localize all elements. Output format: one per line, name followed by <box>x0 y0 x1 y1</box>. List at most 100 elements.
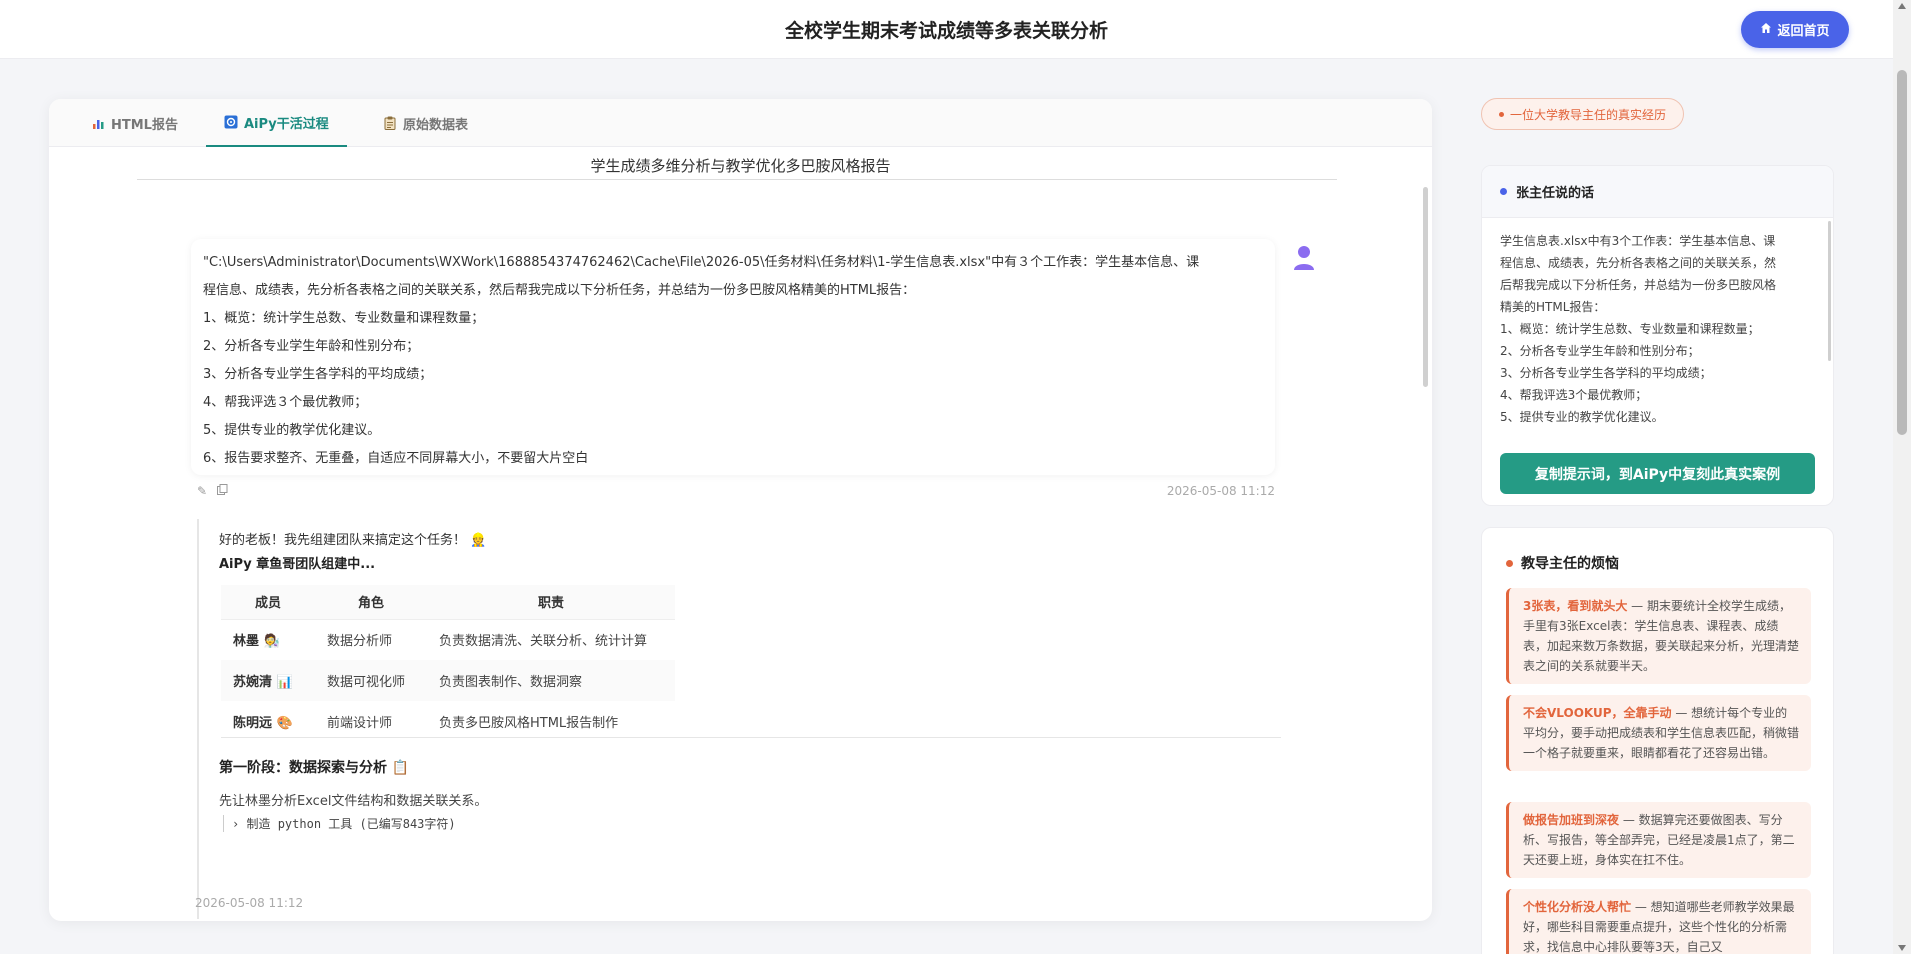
table-header-row: 成员 角色 职责 <box>221 585 675 620</box>
member-name: 陈明远 <box>233 716 273 731</box>
tab-aipy-process[interactable]: AiPy干活过程 <box>206 99 347 147</box>
pain-item-title: 3张表，看到就头大 <box>1523 599 1628 613</box>
quote-card-body: 学生信息表.xlsx中有3个工作表：学生基本信息、课 程信息、成绩表，先分析各表… <box>1482 218 1833 435</box>
main-panel: HTML报告 AiPy干活过程 原始数据表 学生成绩多维分析与教学优化多巴胺风格… <box>49 99 1432 921</box>
table-row: 苏婉清 📊 数据可视化师 负责图表制作、数据洞察 <box>221 660 675 701</box>
stage-description: 先让林墨分析Excel文件结构和数据关联关系。 <box>219 794 488 809</box>
quote-line: 4、帮我评选3个最优教师； <box>1500 388 1648 402</box>
top-bar: 全校学生期末考试成绩等多表关联分析 返回首页 <box>0 0 1893 59</box>
user-message-timestamp: 2026-05-08 11:12 <box>1166 484 1275 498</box>
worker-emoji: 👷 <box>470 533 487 548</box>
pain-item: 做报告加班到深夜 — 数据算完还要做图表、写分析、写报告，等全部弄完，已经是凌晨… <box>1506 802 1811 878</box>
story-badge-label: 一位大学教导主任的真实经历 <box>1509 107 1666 122</box>
copy-prompt-button[interactable]: 复制提示词，到AiPy中复刻此真实案例 <box>1500 453 1815 494</box>
ai-response: 好的老板！我先组建团队来搞定这个任务！ 👷 AiPy 章鱼哥团队组建中... 成… <box>197 519 1337 919</box>
column-header: 职责 <box>427 585 675 620</box>
pain-card-title: 教导主任的烦恼 <box>1521 556 1619 572</box>
quote-line: 2、分析各专业学生年龄和性别分布； <box>1500 344 1700 358</box>
tool-expander[interactable]: › 制造 python 工具 (已编写843字符) <box>223 815 523 832</box>
table-row: 陈明远 🎨 前端设计师 负责多巴胺风格HTML报告制作 <box>221 701 675 742</box>
home-button-label: 返回首页 <box>1777 24 1830 39</box>
clipboard-icon <box>383 116 397 130</box>
ai-message-timestamp: 2026-05-08 11:12 <box>195 896 304 910</box>
pain-item-title: 做报告加班到深夜 <box>1523 813 1620 827</box>
user-message-bubble: "C:\Users\Administrator\Documents\WXWork… <box>191 239 1275 475</box>
user-message-meta: ✎ 2026-05-08 11:12 <box>197 484 1275 500</box>
user-message-line: "C:\Users\Administrator\Documents\WXWork… <box>203 255 1200 270</box>
member-role: 前端设计师 <box>327 716 393 731</box>
copy-icon[interactable] <box>217 484 228 498</box>
content-scrollbar[interactable] <box>1423 187 1428 387</box>
member-name-cell: 苏婉清 📊 <box>221 660 315 701</box>
quote-card-title: 张主任说的话 <box>1516 186 1595 201</box>
member-name-cell: 林墨 🧑‍🔬 <box>221 619 315 660</box>
user-message-line: 4、帮我评选３个最优教师； <box>203 395 368 410</box>
column-header: 角色 <box>315 585 427 620</box>
tab-raw-data[interactable]: 原始数据表 <box>383 99 468 147</box>
pain-item-title: 不会VLOOKUP，全靠手动 <box>1523 706 1672 720</box>
member-duty: 负责数据清洗、关联分析、统计计算 <box>439 634 648 650</box>
scroll-down-arrow[interactable] <box>1898 945 1906 951</box>
team-table: 成员 角色 职责 林墨 🧑‍🔬 数据分析师 负责数据清洗、关联分析、统计计算 苏… <box>221 585 675 742</box>
pain-points-card: 教导主任的烦恼 3张表，看到就头大 — 期末要统计全校学生成绩，手里有3张Exc… <box>1481 527 1834 954</box>
scroll-up-arrow[interactable] <box>1898 3 1906 9</box>
member-duty: 负责多巴胺风格HTML报告制作 <box>439 716 619 731</box>
column-header: 成员 <box>221 585 315 620</box>
report-title: 学生成绩多维分析与教学优化多巴胺风格报告 <box>590 157 891 175</box>
member-emoji: 🎨 <box>276 716 293 731</box>
pain-item-title: 个性化分析没人帮忙 <box>1523 900 1632 914</box>
ai-greeting: 好的老板！我先组建团队来搞定这个任务！ 👷 <box>219 529 486 548</box>
story-badge: 一位大学教导主任的真实经历 <box>1481 98 1684 130</box>
tool-label: 制造 python 工具 (已编写843字符) <box>246 817 456 831</box>
user-avatar-icon <box>1293 245 1315 271</box>
pain-item: 个性化分析没人帮忙 — 想知道哪些老师教学效果最好，哪些科目需要重点提升，这些个… <box>1506 889 1811 954</box>
member-emoji: 📊 <box>276 675 293 690</box>
quote-card: 张主任说的话 学生信息表.xlsx中有3个工作表：学生基本信息、课 程信息、成绩… <box>1481 165 1834 506</box>
ai-greeting-text: 好的老板！我先组建团队来搞定这个任务！ <box>219 533 467 548</box>
quote-card-header: 张主任说的话 <box>1482 166 1833 218</box>
user-message-line: 5、提供专业的教学优化建议。 <box>203 423 381 438</box>
member-role: 数据分析师 <box>327 634 393 650</box>
quote-line: 程信息、成绩表，先分析各表格之间的关联关系，然 <box>1500 256 1777 270</box>
pain-item: 3张表，看到就头大 — 期末要统计全校学生成绩，手里有3张Excel表：学生信息… <box>1506 588 1811 684</box>
chevron-right-icon: › <box>232 817 240 831</box>
member-role: 数据可视化师 <box>315 660 427 701</box>
badge-dot <box>1498 111 1504 117</box>
edit-icon[interactable]: ✎ <box>197 484 207 498</box>
clipboard-emoji: 📋 <box>391 760 410 776</box>
quote-line: 学生信息表.xlsx中有3个工作表：学生基本信息、课 <box>1500 234 1776 248</box>
user-message-line: 2、分析各专业学生年龄和性别分布； <box>203 339 420 354</box>
member-name-cell: 陈明远 🎨 <box>221 701 315 742</box>
pain-item: 不会VLOOKUP，全靠手动 — 想统计每个专业的平均分，要手动把成绩表和学生信… <box>1506 695 1811 771</box>
user-message-line: 程信息、成绩表，先分析各表格之间的关联关系，然后帮我完成以下分析任务，并总结为一… <box>203 283 916 298</box>
user-message-line: 6、报告要求整齐、无重叠，自适应不同屏幕大小，不要留大片空白 <box>203 451 589 466</box>
quote-line: 后帮我完成以下分析任务，并总结为一份多巴胺风格 <box>1500 278 1777 292</box>
home-button[interactable]: 返回首页 <box>1741 11 1849 48</box>
quote-line: 精美的HTML报告： <box>1500 300 1606 314</box>
page-scrollbar[interactable] <box>1893 0 1911 954</box>
quote-line: 5、提供专业的教学优化建议。 <box>1500 410 1664 424</box>
member-name: 林墨 <box>233 634 260 650</box>
pain-card-header: 教导主任的烦恼 <box>1506 553 1619 573</box>
member-emoji: 🧑‍🔬 <box>263 634 280 650</box>
quote-scrollbar[interactable] <box>1828 221 1831 361</box>
tab-html-report[interactable]: HTML报告 <box>91 99 178 147</box>
section-divider <box>221 737 1281 738</box>
quote-line: 1、概览：统计学生总数、专业数量和课程数量； <box>1500 322 1760 336</box>
user-message-line: 3、分析各专业学生各学科的平均成绩； <box>203 367 433 382</box>
user-message-line: 1、概览：统计学生总数、专业数量和课程数量； <box>203 311 485 326</box>
member-duty: 负责图表制作、数据洞察 <box>427 660 675 701</box>
quote-line: 3、分析各专业学生各学科的平均成绩； <box>1500 366 1712 380</box>
table-row: 林墨 🧑‍🔬 数据分析师 负责数据清洗、关联分析、统计计算 <box>221 619 675 660</box>
scrollbar-thumb[interactable] <box>1897 70 1907 435</box>
tab-label: AiPy干活过程 <box>244 116 329 132</box>
team-title: AiPy 章鱼哥团队组建中... <box>219 557 376 572</box>
stage-title-text: 第一阶段：数据探索与分析 <box>219 760 387 776</box>
stage-title: 第一阶段：数据探索与分析 📋 <box>219 757 409 777</box>
page-title: 全校学生期末考试成绩等多表关联分析 <box>784 20 1108 42</box>
header-dot <box>1500 188 1507 195</box>
title-divider <box>137 179 1337 180</box>
tab-label: HTML报告 <box>111 117 178 133</box>
bar-chart-icon <box>91 116 105 130</box>
tab-bar: HTML报告 AiPy干活过程 原始数据表 <box>49 99 1432 147</box>
